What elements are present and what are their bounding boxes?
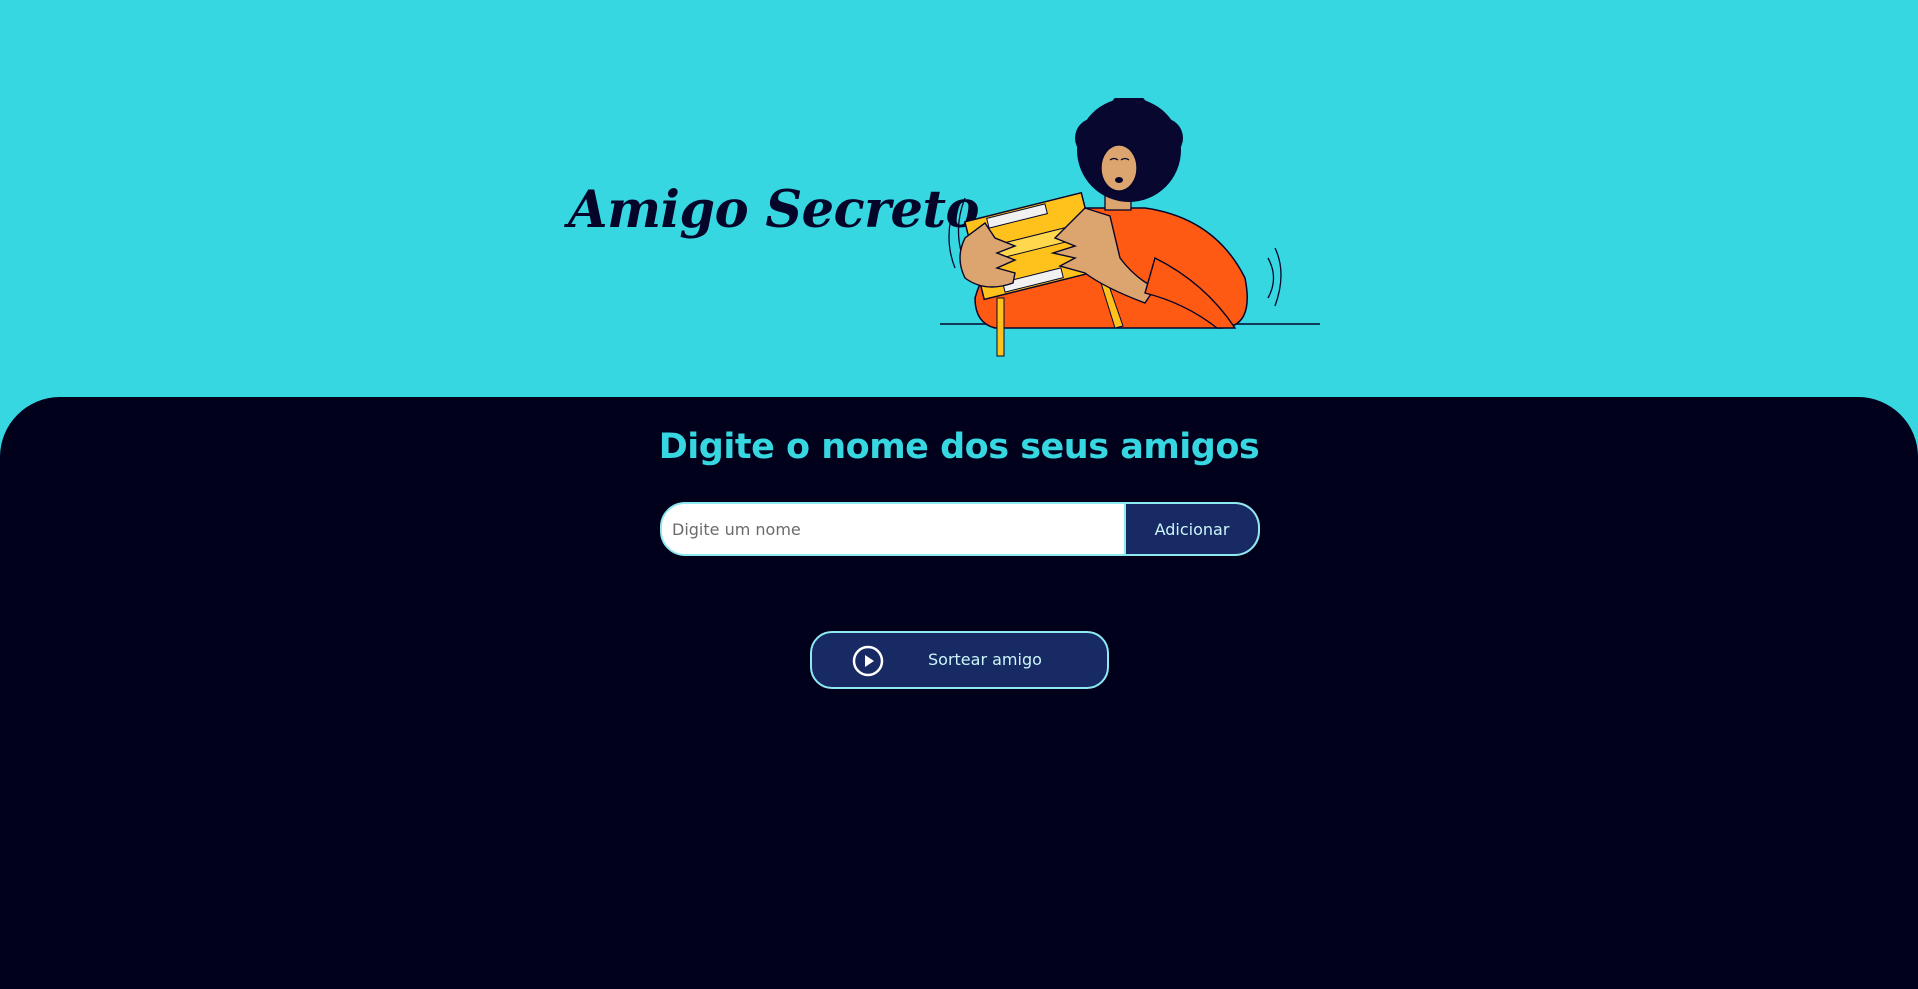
name-input[interactable] [662,504,1124,554]
page-title: Amigo Secreto [568,180,980,240]
section-subtitle: Digite o nome dos seus amigos [658,427,1260,467]
main-panel: Digite o nome dos seus amigos Adicionar … [0,397,1918,989]
name-input-group: Adicionar [660,502,1260,556]
play-circle-icon [852,645,884,677]
gift-illustration [940,98,1320,357]
header-banner: Amigo Secreto [0,0,1918,397]
draw-friend-label: Sortear amigo [928,650,1042,669]
add-button[interactable]: Adicionar [1124,504,1258,554]
page: Amigo Secreto Digite o nome dos seus ami… [0,0,1918,989]
draw-friend-button[interactable]: Sortear amigo [810,631,1109,689]
